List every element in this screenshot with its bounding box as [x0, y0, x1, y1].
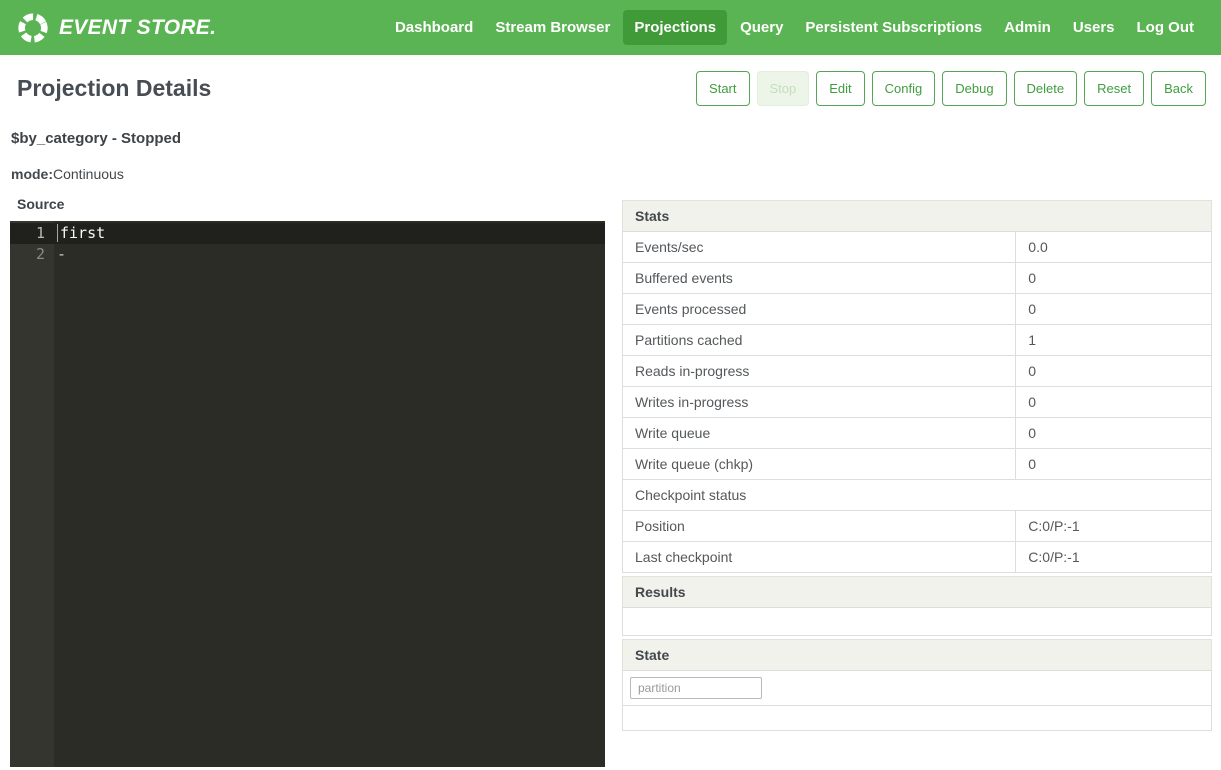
table-row: Last checkpoint C:0/P:-1 [623, 542, 1212, 573]
results-section-header: Results [622, 576, 1212, 608]
stat-value: 0 [1016, 356, 1212, 387]
stats-section-header: Stats [622, 200, 1212, 232]
table-row: Writes in-progress 0 [623, 387, 1212, 418]
stat-value: 0 [1016, 418, 1212, 449]
stat-label: Position [623, 511, 1016, 542]
table-row: Events processed 0 [623, 294, 1212, 325]
stat-label: Last checkpoint [623, 542, 1016, 573]
table-row: Reads in-progress 0 [623, 356, 1212, 387]
table-row: Partitions cached 1 [623, 325, 1212, 356]
line-number: 2 [10, 244, 54, 265]
code-line: 2 - [10, 244, 605, 265]
state-partition-row [622, 670, 1212, 706]
nav-item-query[interactable]: Query [731, 11, 792, 44]
stat-label: Events/sec [623, 232, 1016, 263]
state-section-header: State [622, 639, 1212, 671]
stat-value: 0 [1016, 387, 1212, 418]
nav-item-persistent-subscriptions[interactable]: Persistent Subscriptions [796, 11, 991, 44]
code-line: 1 first [10, 223, 605, 244]
table-row: Position C:0/P:-1 [623, 511, 1212, 542]
stat-value: C:0/P:-1 [1016, 542, 1212, 573]
mode-line: mode:Continuous [11, 166, 1221, 182]
stat-label: Write queue (chkp) [623, 449, 1016, 480]
reset-button[interactable]: Reset [1084, 71, 1144, 106]
projection-toolbar: Start Stop Edit Config Debug Delete Rese… [696, 71, 1206, 106]
nav-item-projections[interactable]: Projections [623, 10, 727, 45]
source-code-editor[interactable]: 1 first 2 - [10, 221, 605, 767]
debug-button[interactable]: Debug [942, 71, 1006, 106]
mode-label: mode: [11, 166, 53, 182]
stat-label: Reads in-progress [623, 356, 1016, 387]
stat-label: Buffered events [623, 263, 1016, 294]
code-text: - [54, 244, 66, 265]
details-panel: Stats Events/sec 0.0 Buffered events 0 E… [622, 200, 1212, 731]
back-button[interactable]: Back [1151, 71, 1206, 106]
nav-item-users[interactable]: Users [1064, 11, 1124, 44]
mode-value: Continuous [53, 166, 124, 182]
nav-menu: Dashboard Stream Browser Projections Que… [386, 10, 1203, 45]
line-number: 1 [10, 223, 54, 244]
start-button[interactable]: Start [696, 71, 749, 106]
stop-button[interactable]: Stop [757, 71, 810, 106]
event-store-ring-icon [16, 11, 50, 45]
stat-value: 0 [1016, 294, 1212, 325]
source-panel: Source 1 first 2 - [10, 196, 605, 767]
stat-label: Partitions cached [623, 325, 1016, 356]
table-row: Write queue 0 [623, 418, 1212, 449]
code-text: first [54, 223, 105, 244]
partition-input[interactable] [630, 677, 762, 699]
nav-item-admin[interactable]: Admin [995, 11, 1060, 44]
stat-value: 0 [1016, 263, 1212, 294]
event-store-logo[interactable]: EVENT STORE. [16, 11, 216, 45]
content-columns: Source 1 first 2 - Stats Events/sec 0.0 … [0, 196, 1221, 767]
config-button[interactable]: Config [872, 71, 936, 106]
table-row: Checkpoint status [623, 480, 1212, 511]
stat-value: 1 [1016, 325, 1212, 356]
stat-label: Checkpoint status [623, 480, 1212, 511]
stat-value: 0 [1016, 449, 1212, 480]
stat-label: Writes in-progress [623, 387, 1016, 418]
top-navbar: EVENT STORE. Dashboard Stream Browser Pr… [0, 0, 1221, 55]
stat-label: Write queue [623, 418, 1016, 449]
page-title: Projection Details [17, 75, 211, 102]
stats-table: Events/sec 0.0 Buffered events 0 Events … [622, 231, 1212, 573]
stat-value: 0.0 [1016, 232, 1212, 263]
logo-text: EVENT STORE. [59, 16, 216, 40]
page-header: Projection Details Start Stop Edit Confi… [17, 71, 1206, 106]
table-row: Write queue (chkp) 0 [623, 449, 1212, 480]
nav-item-log-out[interactable]: Log Out [1128, 11, 1203, 44]
stat-value: C:0/P:-1 [1016, 511, 1212, 542]
edit-button[interactable]: Edit [816, 71, 864, 106]
source-heading: Source [17, 196, 605, 212]
state-empty-row [622, 705, 1212, 731]
nav-item-dashboard[interactable]: Dashboard [386, 11, 482, 44]
table-row: Events/sec 0.0 [623, 232, 1212, 263]
results-empty-row [622, 607, 1212, 636]
table-row: Buffered events 0 [623, 263, 1212, 294]
delete-button[interactable]: Delete [1014, 71, 1078, 106]
nav-item-stream-browser[interactable]: Stream Browser [486, 11, 619, 44]
stat-label: Events processed [623, 294, 1016, 325]
projection-name-status: $by_category - Stopped [11, 130, 1221, 147]
